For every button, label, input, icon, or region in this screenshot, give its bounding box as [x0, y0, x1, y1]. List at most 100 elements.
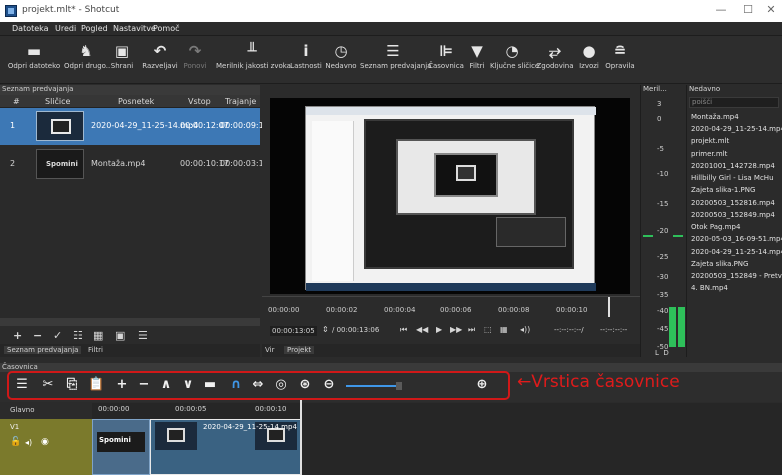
details-view-icon[interactable]: ☷ — [73, 329, 83, 342]
remove-icon[interactable]: − — [33, 329, 42, 342]
col-clip[interactable]: Posnetek — [118, 97, 154, 106]
menu-file[interactable]: Datoteka — [12, 24, 49, 33]
menu-help[interactable]: Pomoč — [153, 24, 180, 33]
timeline-area[interactable]: 00:00:00 00:00:05 00:00:10 Spomini 2020-… — [92, 400, 782, 475]
recent-item[interactable]: Montaža.mp4 — [691, 113, 739, 121]
properties-button[interactable]: i Lastnosti — [290, 40, 322, 70]
tab-playlist[interactable]: Seznam predvajanja — [4, 346, 82, 354]
col-in[interactable]: Vstop — [188, 97, 211, 106]
fast-forward-icon[interactable]: ▶▶ — [450, 325, 462, 334]
timeline-button[interactable]: ⊫ Časovnica — [428, 40, 464, 70]
recent-item[interactable]: 20200503_152849 - Pretv — [691, 272, 782, 280]
grid-icon[interactable]: ▦ — [500, 325, 508, 334]
jobs-icon: ≘ — [613, 42, 627, 60]
export-button[interactable]: ● Izvozi — [576, 40, 602, 70]
skip-next-icon[interactable]: ⏭ — [468, 325, 475, 335]
left-panel-tabs: Seznam predvajanja Filtri — [0, 344, 260, 357]
rewind-icon[interactable]: ◀◀ — [416, 325, 428, 334]
recent-search-input[interactable]: poišči — [689, 97, 779, 108]
minimize-button[interactable]: — — [706, 3, 736, 16]
timeline-clip[interactable]: Spomini — [92, 419, 150, 475]
timeline-icon: ⊫ — [439, 42, 453, 60]
video-preview — [270, 98, 630, 294]
playlist-panel-title: Seznam predvajanja — [0, 85, 260, 95]
filters-button[interactable]: ▼ Filtri — [466, 40, 488, 70]
window-title: projekt.mlt* - Shotcut — [22, 5, 120, 15]
col-duration[interactable]: Trajanje — [225, 97, 256, 106]
zoom-icon[interactable]: ⬚ — [484, 325, 492, 334]
close-button[interactable]: ✕ — [756, 3, 782, 16]
out-point: --:--:--:-- — [600, 326, 628, 334]
recent-item[interactable]: 2020-04-29_11-25-14.mp4 — [691, 248, 782, 256]
jobs-button[interactable]: ≘ Opravila — [604, 40, 636, 70]
menu-icon[interactable]: ☰ — [138, 329, 148, 342]
recent-item[interactable]: 2020-04-29_11-25-14.mp4 — [691, 125, 782, 133]
menu-edit[interactable]: Uredi — [55, 24, 76, 33]
save-button[interactable]: ▣ Shrani — [108, 40, 136, 70]
recent-item[interactable]: primer.mlt — [691, 150, 727, 158]
track-header-master: Glavno — [10, 406, 35, 414]
track-header-v1[interactable]: V1 🔓 ◂) ◉ — [0, 419, 92, 475]
col-number[interactable]: # — [13, 97, 20, 106]
recent-item[interactable]: 20200503_152816.mp4 — [691, 199, 775, 207]
recent-item[interactable]: Zajeta slika.PNG — [691, 260, 748, 268]
nested-monitor-icon — [456, 165, 476, 181]
playlist-row[interactable]: 2 Spomini Montaža.mp4 00:00:10:17 00:00:… — [0, 146, 269, 183]
tab-filters[interactable]: Filtri — [88, 346, 103, 354]
recent-item[interactable]: 4. BN.mp4 — [691, 284, 728, 292]
mute-icon[interactable]: ◂) — [25, 438, 32, 447]
preview-desktop — [305, 106, 596, 291]
skip-previous-icon[interactable]: ⏮ — [400, 325, 407, 335]
recent-item[interactable]: projekt.mlt — [691, 137, 729, 145]
audio-meter-button[interactable]: ╨ Merilnik jakosti zvoka — [216, 40, 291, 70]
main-toolbar: ▬ Odpri datoteko ♞ Odpri drugo.. ▣ Shrani ↶… — [0, 36, 782, 84]
lock-icon[interactable]: 🔓 — [10, 437, 21, 447]
meter-bar-right — [678, 307, 685, 347]
history-button[interactable]: ⥂ Zgodovina — [536, 40, 574, 70]
playlist-scrollbar[interactable] — [0, 318, 260, 326]
playlist-button[interactable]: ☰ Seznam predvajanja — [360, 40, 431, 70]
recent-item[interactable]: Hillbilly Girl - Lisa McHu — [691, 174, 774, 182]
meter-channels: L D — [655, 349, 669, 357]
current-time[interactable]: 00:00:13:05 — [270, 326, 317, 336]
player-ruler[interactable]: 00:00:00 00:00:02 00:00:04 00:00:06 00:0… — [262, 296, 640, 318]
add-icon[interactable]: + — [13, 329, 22, 342]
recent-item[interactable]: 20200503_152849.mp4 — [691, 211, 775, 219]
recent-item[interactable]: Zajeta slika-1.PNG — [691, 186, 755, 194]
open-other-button[interactable]: ♞ Odpri drugo.. — [64, 40, 110, 70]
recent-item[interactable]: Otok Pag.mp4 — [691, 223, 740, 231]
playhead[interactable] — [608, 297, 610, 317]
menu-view[interactable]: Pogled — [81, 24, 108, 33]
clip-thumbnail: Spomini — [36, 149, 84, 179]
icons-view-icon[interactable]: ▣ — [115, 329, 125, 342]
recent-title: Nedavno — [689, 85, 721, 93]
timeline-playhead[interactable] — [300, 400, 302, 475]
visibility-icon[interactable]: ◉ — [41, 437, 49, 447]
filters-icon: ▼ — [471, 42, 483, 60]
play-icon[interactable]: ▶ — [436, 325, 442, 334]
save-icon: ▣ — [114, 42, 130, 60]
recent-item[interactable]: 20201001_142728.mp4 — [691, 162, 775, 170]
playlist-row[interactable]: 1 2020-04-29_11-25-14.mp4 00:00:12:07 00… — [0, 108, 269, 145]
clip-monitor-icon — [167, 428, 185, 442]
tiles-view-icon[interactable]: ▦ — [93, 329, 103, 342]
title-bar: projekt.mlt* - Shotcut — ☐ ✕ — [0, 0, 782, 22]
tab-source[interactable]: Vir — [265, 346, 274, 354]
menu-settings[interactable]: Nastavitve — [113, 24, 156, 33]
track-headers: Glavno V1 🔓 ◂) ◉ — [0, 403, 92, 475]
playlist-icon: ☰ — [386, 42, 400, 60]
redo-button[interactable]: ↷ Ponovi — [180, 40, 210, 70]
time-spinner-icon[interactable]: ⇕ — [322, 325, 329, 334]
timeline-ruler[interactable]: 00:00:00 00:00:05 00:00:10 — [92, 403, 782, 415]
tab-project[interactable]: Projekt — [284, 346, 315, 354]
volume-icon[interactable]: ◂)) — [520, 325, 530, 334]
keyframes-button[interactable]: ◔ Ključne sličice — [490, 40, 539, 70]
open-file-button[interactable]: ▬ Odpri datoteko — [6, 40, 62, 70]
col-thumbnail[interactable]: Sličice — [45, 97, 70, 106]
update-icon[interactable]: ✓ — [53, 329, 62, 342]
recent-item[interactable]: 2020-05-03_16-09-51.mp4 — [691, 235, 782, 243]
undo-button[interactable]: ↶ Razveljavi — [142, 40, 178, 70]
recent-button[interactable]: ◷ Nedavno — [324, 40, 358, 70]
timeline-toolbar-highlight — [7, 371, 510, 400]
timeline-clip[interactable]: 2020-04-29_11-25-14.mp4 — [150, 419, 302, 475]
